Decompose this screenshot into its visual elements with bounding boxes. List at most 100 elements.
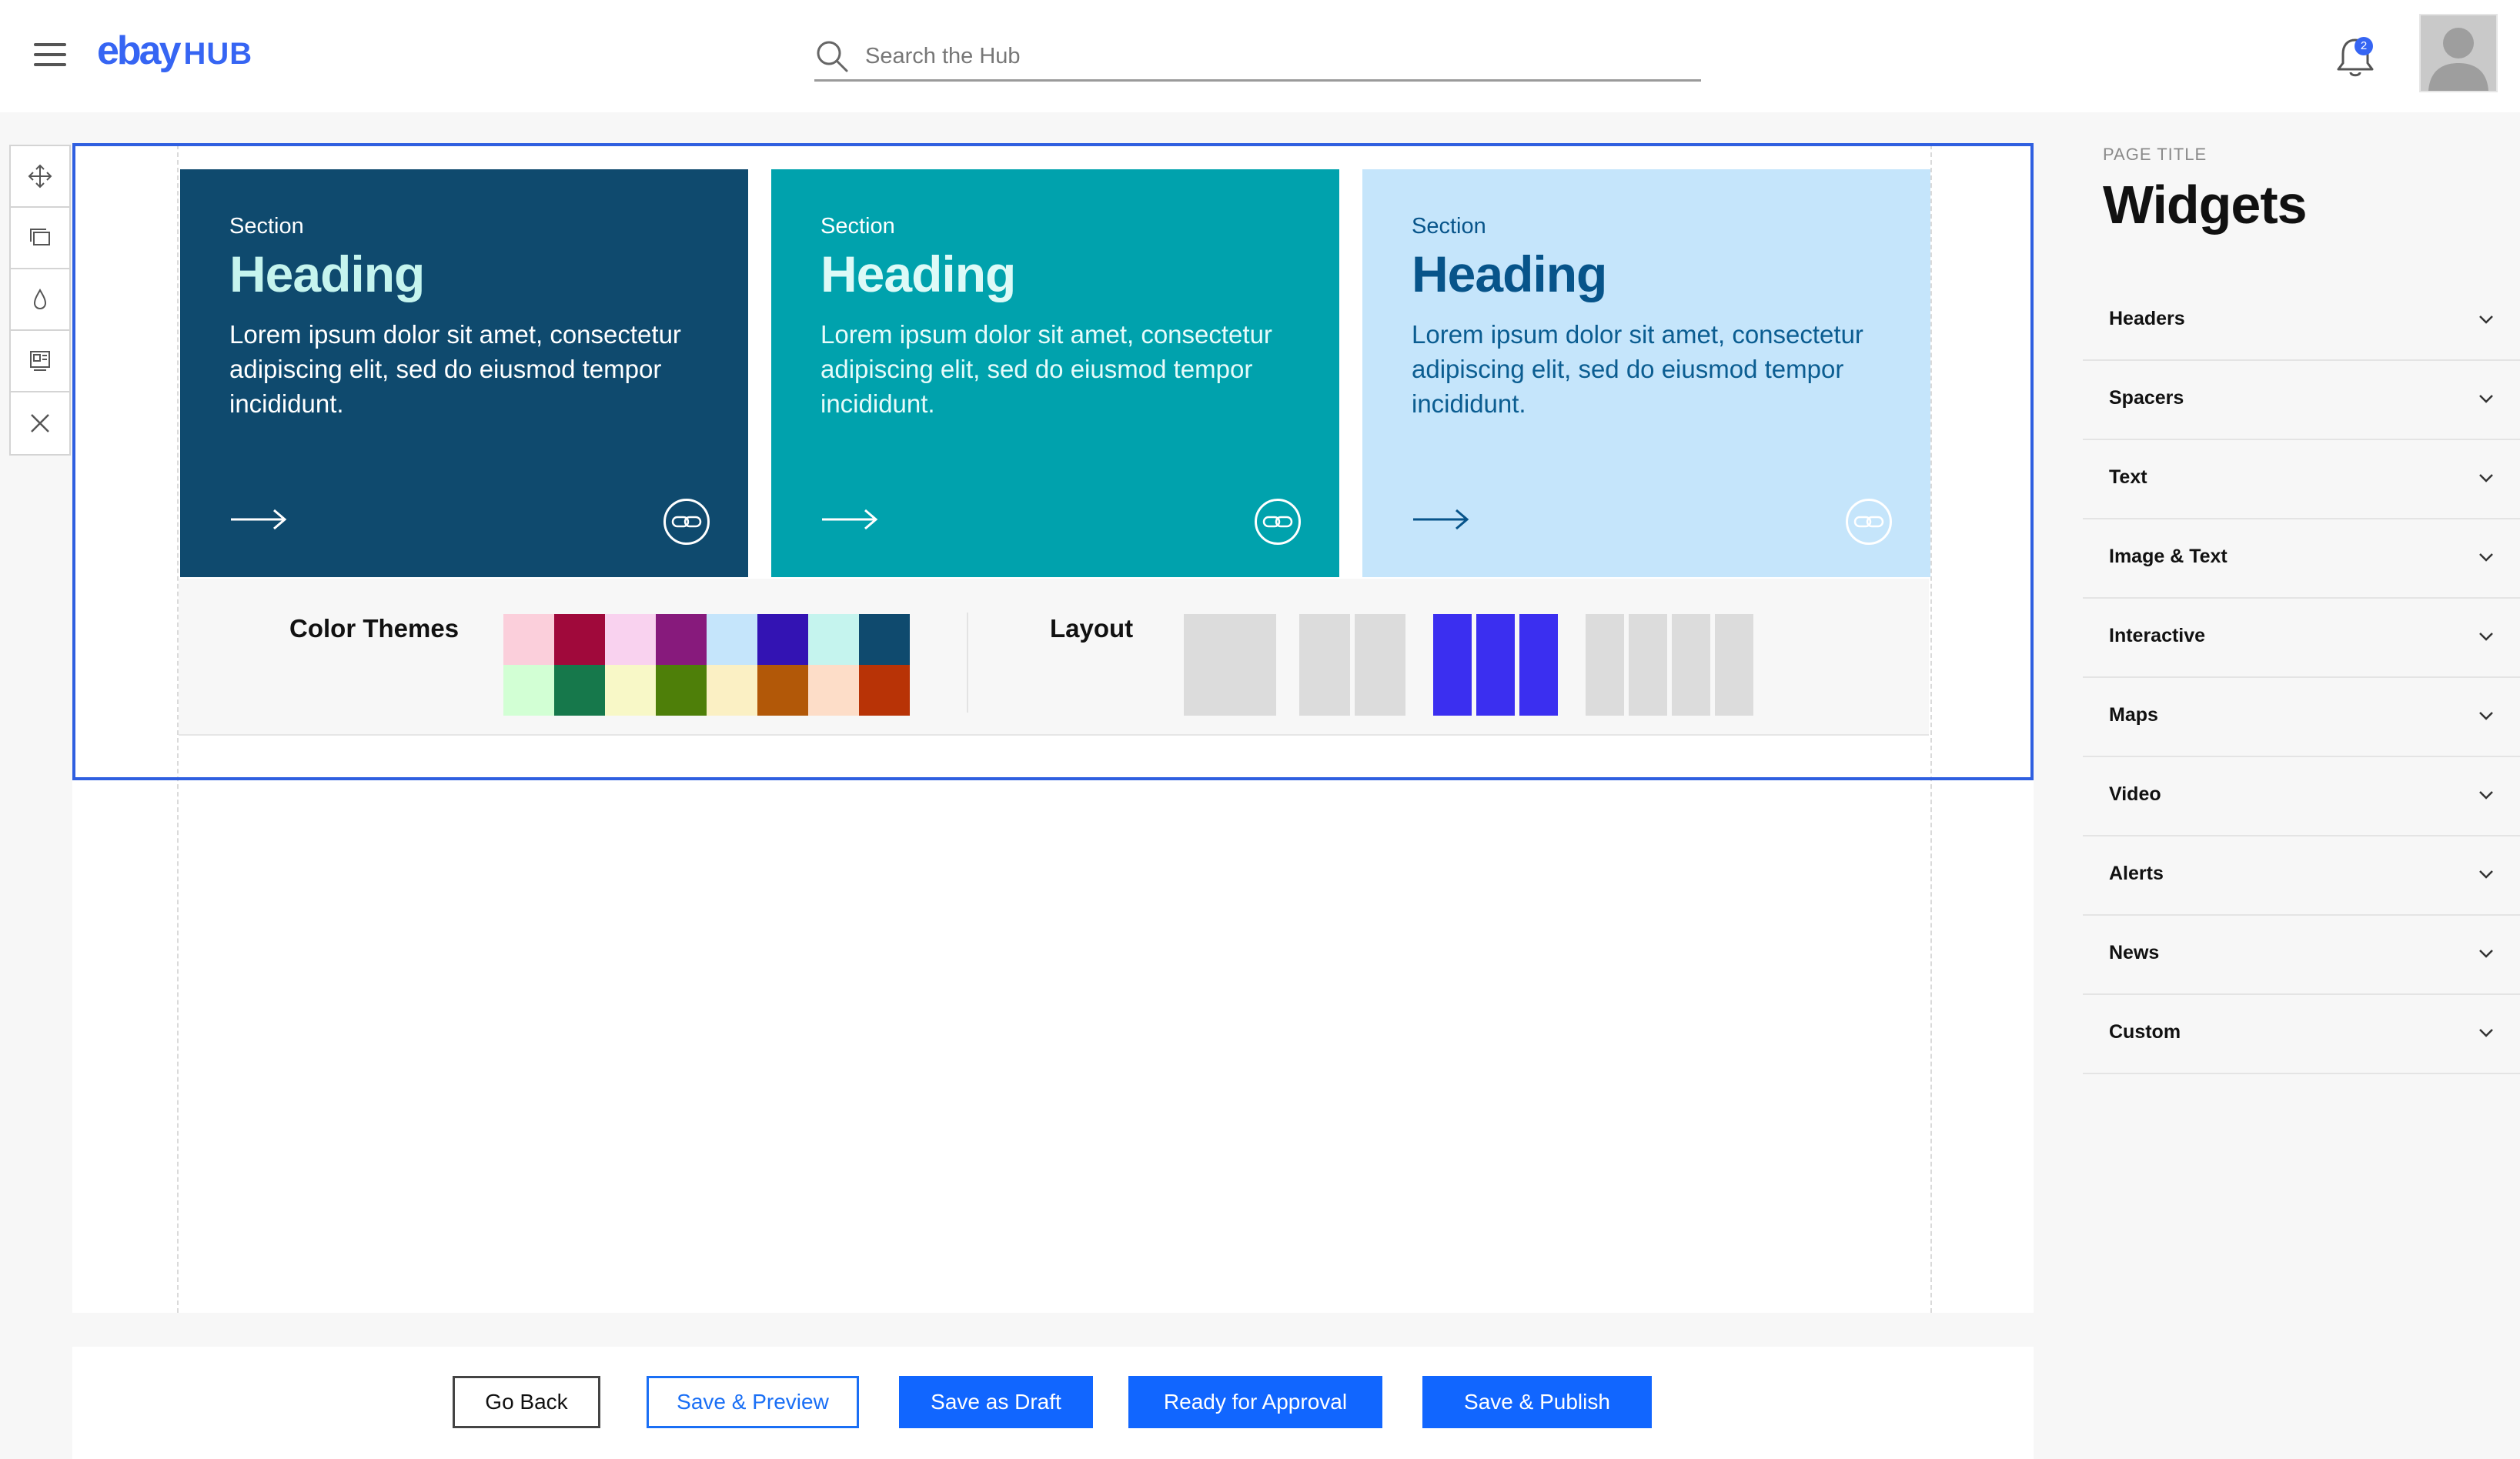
layout-option-3-columns-selected[interactable] [1433,614,1558,716]
hero-card-1[interactable]: Section Heading Lorem ipsum dolor sit am… [180,169,748,577]
layout-column [1433,614,1472,716]
duplicate-tool[interactable] [11,208,69,269]
color-swatch[interactable] [757,665,808,716]
search-bar [814,34,1701,82]
card-heading: Heading [1412,245,1607,302]
hero-card-2[interactable]: Section Heading Lorem ipsum dolor sit am… [771,169,1339,577]
widget-category-image-text[interactable]: Image & Text [2083,519,2520,599]
hamburger-menu-icon[interactable] [34,43,66,66]
color-tool[interactable] [11,269,69,331]
close-icon [31,414,49,432]
layout-column [1672,614,1710,716]
move-icon [28,164,52,189]
user-avatar[interactable] [2419,14,2498,92]
card-link-button[interactable] [1846,499,1892,545]
arrow-right-icon[interactable] [1412,508,1470,531]
color-swatch[interactable] [503,614,554,665]
card-body-text: Lorem ipsum dolor sit amet, consectetur … [229,320,681,418]
save-preview-button[interactable]: Save & Preview [647,1376,859,1428]
chevron-down-icon [2479,553,2493,562]
category-label: Alerts [2109,863,2164,884]
save-publish-button[interactable]: Save & Publish [1422,1376,1652,1428]
layout-option-4-columns[interactable] [1586,614,1753,716]
avatar-silhouette-icon [2428,28,2488,91]
card-section-label: Section [1412,214,1486,239]
category-label: Image & Text [2109,546,2228,567]
arrow-right-icon[interactable] [821,508,879,531]
layout-column [1519,614,1558,716]
widget-toolbar [9,145,71,456]
widget-category-headers[interactable]: Headers [2083,282,2520,361]
widget-category-video[interactable]: Video [2083,757,2520,836]
widget-category-spacers[interactable]: Spacers [2083,361,2520,440]
search-icon[interactable] [814,38,850,74]
move-tool[interactable] [11,146,69,208]
color-swatch[interactable] [554,614,605,665]
color-swatch[interactable] [605,665,656,716]
color-swatch[interactable] [808,665,859,716]
notification-count-badge: 2 [2355,37,2373,55]
chevron-down-icon [2479,474,2493,482]
color-swatch-grid [503,614,910,716]
search-input[interactable] [865,38,1681,74]
options-divider [967,613,968,713]
color-drop-icon [33,288,47,310]
color-swatch[interactable] [605,614,656,665]
color-swatch[interactable] [859,665,910,716]
page-title: Widgets [2103,175,2308,235]
ready-for-approval-button[interactable]: Ready for Approval [1128,1376,1382,1428]
card-link-button[interactable] [663,499,710,545]
card-heading: Heading [229,245,425,302]
category-label: Text [2109,466,2147,488]
ebay-hub-logo[interactable]: ebay HUB [97,28,252,82]
layout-tool[interactable] [11,331,69,392]
link-icon [1853,516,1884,528]
color-swatch[interactable] [707,614,757,665]
layout-icon [30,351,50,371]
save-draft-button[interactable]: Save as Draft [899,1376,1093,1428]
hero-card-3[interactable]: Section Heading Lorem ipsum dolor sit am… [1362,169,1930,577]
duplicate-icon [30,229,50,245]
widget-category-custom[interactable]: Custom [2083,995,2520,1074]
link-icon [1262,516,1293,528]
color-swatch[interactable] [554,665,605,716]
card-section-label: Section [821,214,895,239]
color-swatch[interactable] [656,665,707,716]
widget-category-interactive[interactable]: Interactive [2083,599,2520,678]
color-swatch[interactable] [757,614,808,665]
widget-category-maps[interactable]: Maps [2083,678,2520,757]
chevron-down-icon [2479,633,2493,641]
category-label: Maps [2109,704,2158,726]
layout-option-1-column[interactable] [1184,614,1276,716]
top-bar: ebay HUB 2 [0,0,2520,112]
layout-column [1629,614,1667,716]
color-swatch[interactable] [503,665,554,716]
color-swatch[interactable] [707,665,757,716]
color-swatch[interactable] [859,614,910,665]
category-label: Interactive [2109,625,2206,646]
widget-categories: Headers Spacers Text Image & Text Intera… [2083,282,2520,1074]
page-title-eyebrow: PAGE TITLE [2103,145,2208,164]
chevron-down-icon [2479,316,2493,324]
layout-column [1184,614,1276,716]
color-swatch[interactable] [656,614,707,665]
widget-category-alerts[interactable]: Alerts [2083,836,2520,916]
widget-category-news[interactable]: News [2083,916,2520,995]
color-swatch[interactable] [808,614,859,665]
widgets-panel: PAGE TITLE Widgets Headers Spacers Text … [2083,112,2520,1459]
category-label: News [2109,942,2160,963]
layout-column [1586,614,1624,716]
arrow-right-icon[interactable] [229,508,288,531]
go-back-button[interactable]: Go Back [453,1376,600,1428]
widget-category-text[interactable]: Text [2083,440,2520,519]
category-label: Spacers [2109,387,2184,409]
layout-option-2-columns[interactable] [1299,614,1405,716]
delete-tool[interactable] [11,392,69,454]
chevron-down-icon [2479,1029,2493,1037]
card-heading: Heading [821,245,1016,302]
card-section-label: Section [229,214,304,239]
link-icon [671,516,702,528]
chevron-down-icon [2479,712,2493,720]
card-link-button[interactable] [1255,499,1301,545]
logo-ebay-text: ebay [97,28,182,73]
